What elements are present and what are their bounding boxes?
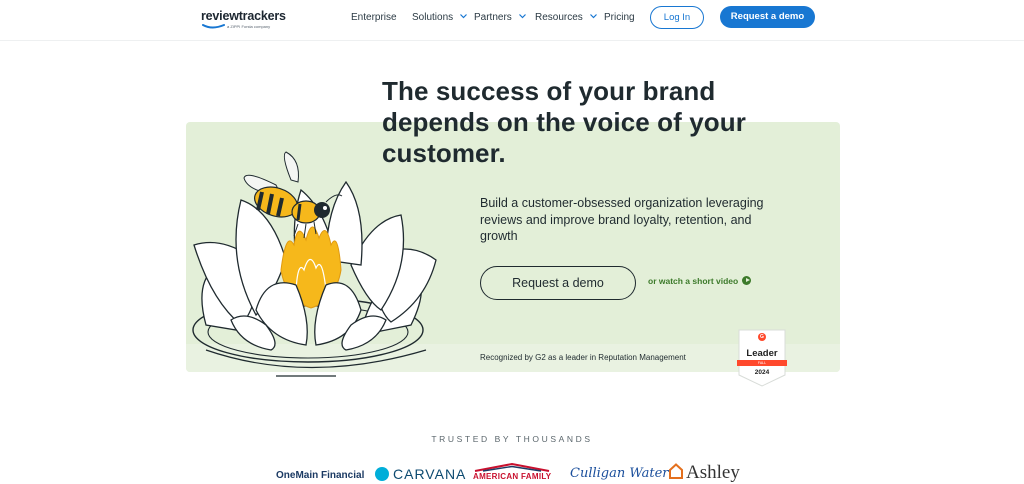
nav-link-label: Enterprise	[351, 12, 397, 23]
hero-headline: The success of your brand depends on the…	[382, 76, 746, 168]
watch-video-label: or watch a short video	[648, 276, 739, 286]
nav-link-enterprise[interactable]: Enterprise	[351, 12, 397, 23]
nav-link-label: Partners	[474, 12, 512, 23]
request-demo-hero-button[interactable]: Request a demo	[480, 266, 636, 300]
nav-link-label: Resources	[535, 12, 583, 23]
play-circle-icon	[742, 276, 752, 285]
chevron-down-icon	[518, 14, 526, 19]
top-navigation: reviewtrackers a ZIPPI Forsta company En…	[0, 0, 1024, 41]
brand-logo-culligan: Culligan Water	[570, 466, 668, 481]
chevron-down-icon	[589, 14, 597, 19]
g2-leader-badge[interactable]: G Leader FALL 2024	[737, 329, 787, 387]
brand-name: Culligan Water	[570, 466, 669, 481]
logo-tagline: a ZIPPI Forsta company	[227, 24, 271, 29]
brand-logo-carvana: CARVANA	[375, 466, 466, 482]
brand-name: OneMain Financial	[276, 470, 365, 481]
g2-badge-year: 2024	[754, 369, 770, 376]
login-button[interactable]: Log In	[650, 6, 704, 29]
chevron-down-icon	[459, 14, 467, 19]
brand-name: AMERICAN FAMILY	[473, 472, 552, 481]
brand-logo-american-family: AMERICAN FAMILY	[473, 463, 551, 481]
logo-wordmark: reviewtrackers	[201, 9, 286, 23]
bee-on-lotus-illustration	[192, 151, 437, 377]
nav-link-resources[interactable]: Resources	[535, 12, 597, 23]
house-icon	[669, 463, 683, 479]
hero-subtext: Build a customer-obsessed organization l…	[480, 196, 764, 243]
g2-badge-title: Leader	[746, 348, 778, 359]
nav-link-label: Pricing	[604, 12, 635, 23]
nav-link-label: Solutions	[412, 12, 454, 23]
trusted-heading: TRUSTED BY THOUSANDS	[431, 434, 593, 444]
reviewtrackers-logo[interactable]: reviewtrackers a ZIPPI Forsta company	[201, 9, 287, 35]
nav-link-pricing[interactable]: Pricing	[604, 12, 635, 23]
request-demo-nav-button[interactable]: Request a demo	[720, 6, 815, 28]
nav-link-partners[interactable]: Partners	[474, 12, 526, 23]
nav-link-solutions[interactable]: Solutions	[412, 12, 467, 23]
brand-name: Ashley	[686, 462, 740, 483]
brand-logo-onemain: OneMain Financial	[276, 470, 364, 481]
logo-swoosh-icon	[202, 24, 225, 29]
brand-name: CARVANA	[393, 466, 467, 482]
g2-logo-icon: G	[758, 333, 766, 341]
g2-badge-season: FALL	[737, 360, 787, 366]
carvana-mark-icon	[375, 467, 389, 481]
watch-video-link[interactable]: or watch a short video	[648, 276, 752, 286]
roof-icon	[474, 463, 550, 472]
g2-recognition-text: Recognized by G2 as a leader in Reputati…	[480, 353, 686, 362]
